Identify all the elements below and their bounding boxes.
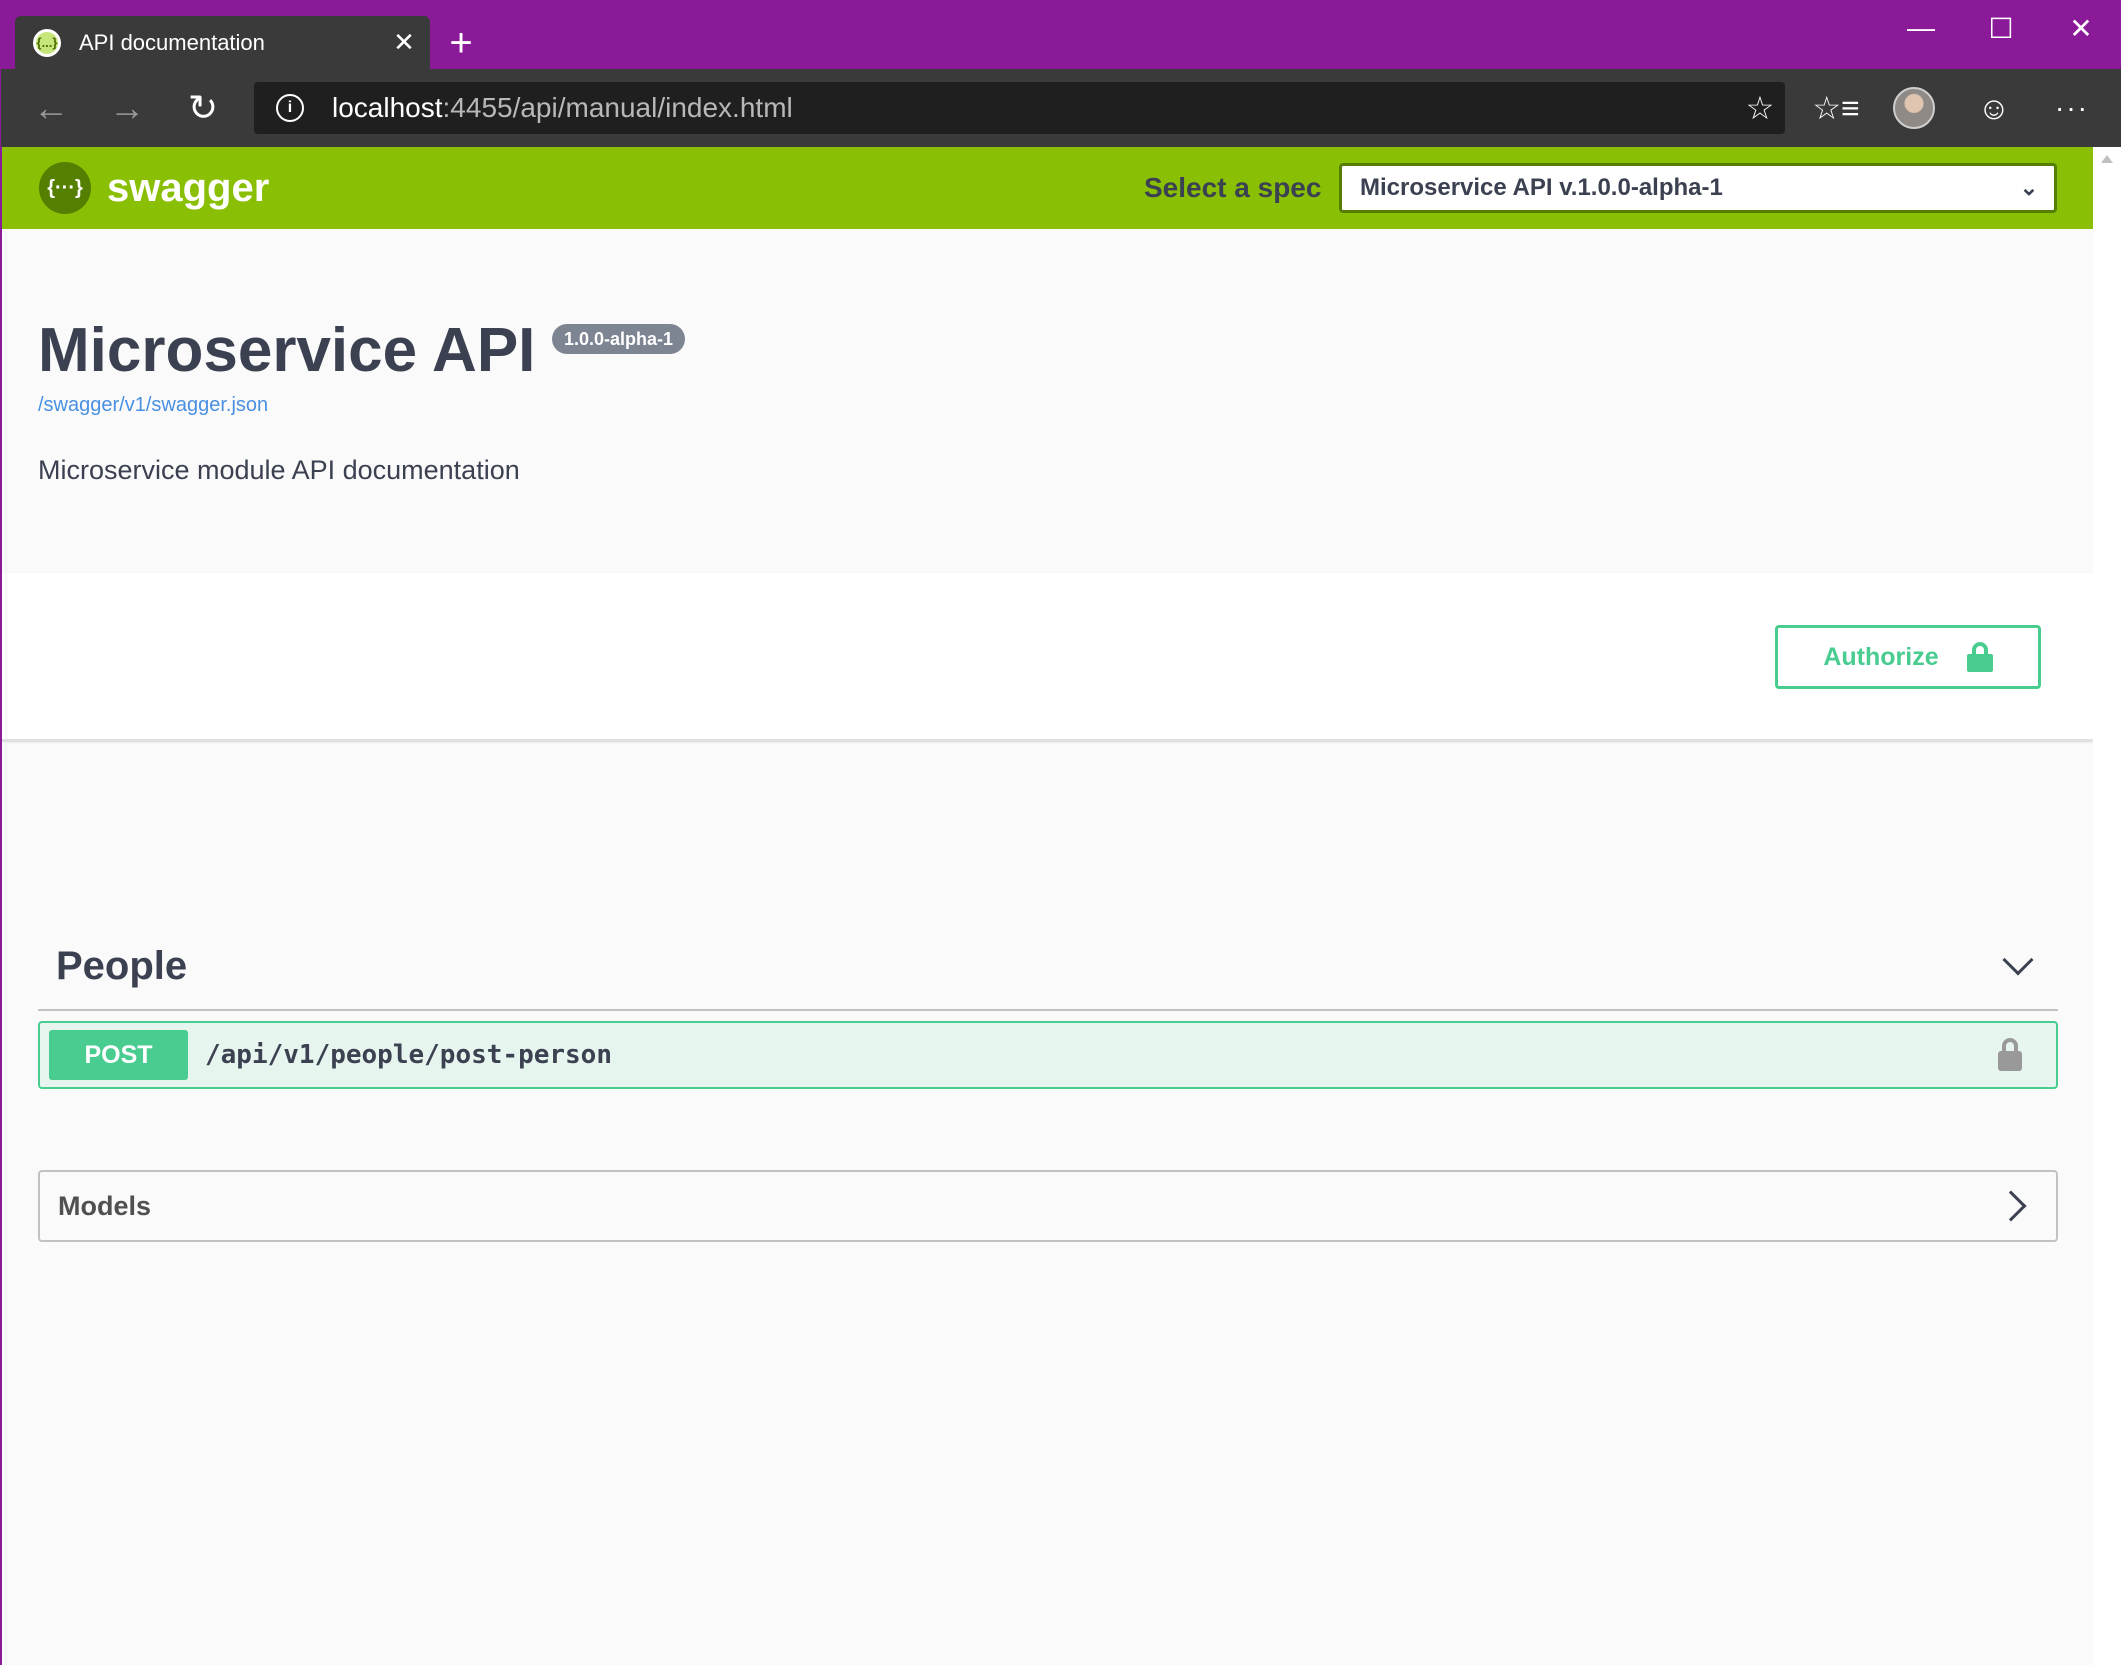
tag-header[interactable]: People (38, 923, 2058, 1011)
feedback-smiley-icon[interactable]: ☺ (1956, 69, 2032, 147)
unlock-icon (1966, 642, 1993, 672)
browser-window: {...} API documentation ✕ + — ☐ ✕ ← → ↻ … (0, 0, 2121, 1665)
chevron-down-icon (2002, 944, 2034, 976)
browser-tab[interactable]: {...} API documentation ✕ (15, 16, 430, 69)
maximize-button[interactable]: ☐ (1961, 1, 2041, 55)
back-button[interactable]: ← (13, 69, 89, 147)
forward-button[interactable]: → (89, 69, 165, 147)
lock-icon[interactable] (1996, 1038, 2024, 1072)
url-text[interactable]: localhost:4455/api/manual/index.html (332, 92, 1735, 124)
vertical-scrollbar[interactable] (2093, 147, 2121, 1665)
site-info-icon[interactable]: i (276, 94, 304, 122)
chevron-down-icon: ⌄ (2019, 175, 2039, 200)
swagger-topbar: {···} swagger Select a spec Microservice… (2, 147, 2093, 229)
url-path: :4455/api/manual/index.html (442, 92, 793, 123)
avatar-image (1893, 87, 1935, 129)
page-viewport: {···} swagger Select a spec Microservice… (2, 147, 2093, 1665)
chevron-right-icon (1995, 1190, 2027, 1222)
minimize-button[interactable]: — (1881, 1, 1961, 55)
expand-toggle[interactable] (1976, 1170, 2056, 1242)
tag-name: People (56, 943, 188, 988)
swagger-logo-icon[interactable]: {···} (39, 162, 91, 214)
models-section[interactable]: Models (38, 1170, 2058, 1242)
favorites-icon[interactable]: ☆≡ (1798, 69, 1874, 147)
operation-path: /api/v1/people/post-person (205, 1040, 612, 1070)
operation-post-person[interactable]: POST /api/v1/people/post-person (38, 1021, 2058, 1089)
url-host: localhost (332, 92, 443, 123)
page-title: Microservice API (38, 316, 536, 385)
title-bar: {...} API documentation ✕ + — ☐ ✕ (1, 1, 2121, 69)
method-badge: POST (49, 1030, 188, 1080)
new-tab-button[interactable]: + (441, 21, 481, 65)
reload-button[interactable]: ↻ (165, 69, 241, 147)
swagger-favicon-icon: {...} (33, 28, 61, 57)
spec-select-value: Microservice API v.1.0.0-alpha-1 (1360, 174, 1723, 201)
authorize-label: Authorize (1823, 642, 1939, 671)
spec-select-label: Select a spec (1144, 172, 1322, 203)
tab-title: API documentation (79, 29, 265, 55)
close-window-button[interactable]: ✕ (2041, 1, 2121, 55)
more-menu-icon[interactable]: ··· (2034, 69, 2110, 147)
swagger-brand[interactable]: swagger (107, 166, 269, 211)
authorize-button[interactable]: Authorize (1775, 625, 2041, 689)
scheme-container: Authorize (2, 573, 2093, 741)
tab-close-icon[interactable]: ✕ (384, 27, 424, 58)
profile-avatar[interactable] (1876, 69, 1952, 147)
browser-toolbar: ← → ↻ i localhost:4455/api/manual/index.… (1, 69, 2121, 147)
models-title: Models (58, 1190, 152, 1221)
spec-select[interactable]: Microservice API v.1.0.0-alpha-1 ⌄ (1339, 163, 2057, 213)
bookmark-star-icon[interactable]: ☆ (1735, 89, 1785, 127)
version-badge: 1.0.0-alpha-1 (552, 324, 686, 354)
collapse-toggle[interactable] (1978, 922, 2058, 1010)
scroll-up-arrow-icon[interactable] (2101, 155, 2113, 163)
address-bar[interactable]: i localhost:4455/api/manual/index.html ☆ (254, 82, 1785, 134)
swagger-json-link[interactable]: /swagger/v1/swagger.json (38, 394, 268, 417)
api-description: Microservice module API documentation (38, 455, 520, 485)
